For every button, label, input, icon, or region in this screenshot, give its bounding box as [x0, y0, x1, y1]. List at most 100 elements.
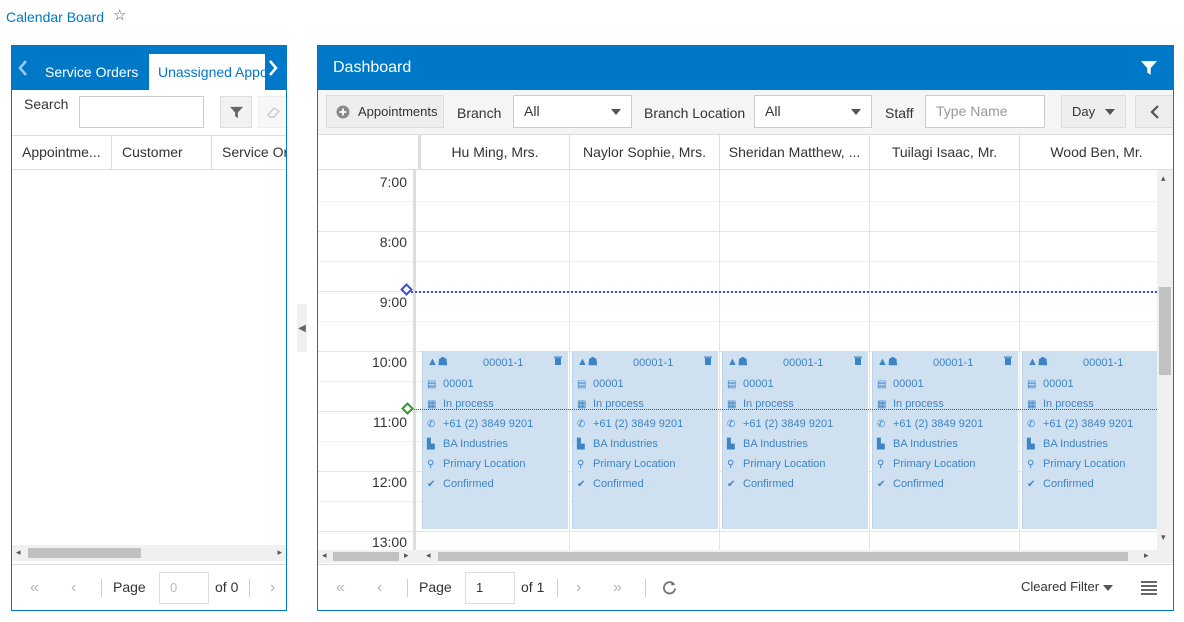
branch-select[interactable]: All [513, 95, 632, 128]
appointment-card[interactable]: ▲☗ 00001-1 ▤ 00001 ▦ In process ✆ +61 (2) 3… [1022, 351, 1157, 529]
column-appointment[interactable]: Appointme... [12, 136, 112, 169]
favorite-star-icon[interactable]: ☆ [113, 6, 126, 24]
location-name: Primary Location [443, 458, 526, 470]
confirmation-status: Confirmed [593, 478, 644, 490]
scroll-left-icon[interactable]: ◂ [16, 547, 21, 558]
column-service-order[interactable]: Service Or [212, 136, 286, 169]
trash-icon[interactable] [554, 356, 562, 365]
warning-staff-icon: ▲☗ [427, 356, 448, 368]
scroll-up-icon[interactable]: ▴ [1161, 173, 1166, 184]
phone-icon: ✆ [877, 418, 886, 430]
prev-page-icon[interactable]: ‹ [71, 579, 76, 597]
appointment-card[interactable]: ▲☗ 00001-1 ▤ 00001 ▦ In process ✆ +61 (2) 3… [422, 351, 568, 529]
tab-scroll-left-icon[interactable] [12, 46, 34, 90]
staff-column-header[interactable]: Sheridan Matthew, ... [719, 135, 869, 169]
appointment-card[interactable]: ▲☗ 00001-1 ▤ 00001 ▦ In process ✆ +61 (2) 3… [572, 351, 718, 529]
collapse-panel-icon[interactable]: ◀ [297, 304, 307, 352]
appointment-ref: 00001-1 [1083, 357, 1124, 369]
staff-column-header[interactable]: Wood Ben, Mr. [1019, 135, 1173, 169]
search-input[interactable] [79, 96, 204, 128]
chevron-down-icon[interactable] [1103, 585, 1113, 591]
dashboard-title: Dashboard [333, 59, 412, 76]
appointment-card[interactable]: ▲☗ 00001-1 ▤ 00001 ▦ In process ✆ +61 (2) 3… [722, 351, 868, 529]
trash-icon[interactable] [1004, 356, 1012, 365]
staff-column-header[interactable]: Hu Ming, Mrs. [418, 135, 569, 169]
filter-status-select[interactable]: Cleared Filter [1021, 579, 1099, 594]
scrollbar-thumb[interactable] [438, 552, 1128, 561]
page-number-input[interactable]: 0 [159, 572, 209, 604]
scroll-down-icon[interactable]: ▾ [1161, 532, 1166, 543]
appointment-ref: 00001-1 [483, 357, 524, 369]
scroll-right-icon[interactable]: ▸ [277, 547, 282, 558]
time-label: 11:00 [373, 414, 407, 430]
tab-scroll-right-icon[interactable] [262, 46, 284, 90]
check-circle-icon: ✔ [877, 478, 886, 490]
phone-number: +61 (2) 3849 9201 [893, 418, 984, 430]
appointment-card[interactable]: ▲☗ 00001-1 ▤ 00001 ▦ In process ✆ +61 (2) 3… [872, 351, 1018, 529]
unassigned-panel: Service Orders Unassigned Appo Search Ap… [11, 45, 287, 611]
location-pin-icon: ⚲ [427, 458, 435, 470]
phone-number: +61 (2) 3849 9201 [743, 418, 834, 430]
first-page-icon[interactable]: « [30, 579, 39, 597]
confirmation-status: Confirmed [893, 478, 944, 490]
calendar-grid[interactable]: 7:00 8:00 9:00 10:00 11:00 12:00 13:00 ▲… [318, 170, 1157, 550]
customer-name: BA Industries [1043, 438, 1108, 450]
location-name: Primary Location [1043, 458, 1126, 470]
branch-location-select[interactable]: All [754, 95, 872, 128]
staff-column-header[interactable]: Tuilagi Isaac, Mr. [869, 135, 1019, 169]
scroll-left-icon[interactable]: ◂ [426, 550, 431, 561]
document-icon: ▤ [727, 378, 737, 390]
customer-name: BA Industries [743, 438, 808, 450]
page-number-input[interactable]: 1 [465, 572, 515, 604]
dashboard-pager: « ‹ Page 1 of 1 › » Cleared Filter [318, 564, 1173, 610]
scroll-right-icon[interactable]: ▸ [404, 550, 409, 561]
horizontal-scrollbar[interactable]: ◂ ▸ ◂ ▸ [318, 550, 1173, 563]
tab-service-orders[interactable]: Service Orders [45, 54, 155, 90]
scrollbar-thumb[interactable] [28, 548, 141, 558]
refresh-icon[interactable] [662, 580, 677, 595]
scrollbar-thumb[interactable] [333, 552, 399, 561]
previous-day-button[interactable] [1135, 95, 1173, 128]
left-pager: « ‹ Page 0 of 0 › [12, 564, 286, 610]
appointment-ref: 00001-1 [933, 357, 974, 369]
view-mode-select[interactable]: Day [1061, 95, 1126, 128]
last-page-icon[interactable]: » [613, 579, 622, 597]
phone-number: +61 (2) 3849 9201 [593, 418, 684, 430]
check-circle-icon: ✔ [1027, 478, 1036, 490]
horizontal-scrollbar[interactable]: ◂ ▸ [12, 545, 286, 561]
time-label: 9:00 [379, 294, 407, 310]
factory-icon: ▙ [427, 438, 435, 450]
left-tabs: Service Orders Unassigned Appo [12, 46, 286, 90]
trash-icon[interactable] [854, 356, 862, 365]
clear-filter-button[interactable] [258, 96, 286, 128]
time-column: 7:00 8:00 9:00 10:00 11:00 12:00 13:00 [318, 170, 416, 550]
appointment-ref: 00001-1 [783, 357, 824, 369]
next-page-icon[interactable]: › [270, 579, 275, 597]
list-view-icon[interactable] [1141, 581, 1157, 595]
filter-icon [229, 106, 243, 118]
phone-icon: ✆ [577, 418, 586, 430]
scroll-left-icon[interactable]: ◂ [322, 550, 327, 561]
trash-icon[interactable] [704, 356, 712, 365]
confirmation-status: Confirmed [1043, 478, 1094, 490]
vertical-scrollbar[interactable]: ▴ ▾ [1157, 170, 1173, 550]
tab-unassigned-appointments[interactable]: Unassigned Appo [149, 54, 265, 90]
calendar-icon: ▦ [577, 398, 587, 410]
staff-column-header[interactable]: Naylor Sophie, Mrs. [569, 135, 719, 169]
confirmation-status: Confirmed [443, 478, 494, 490]
staff-search-input[interactable]: Type Name [925, 95, 1045, 128]
service-order-nbr: 00001 [443, 378, 474, 390]
scrollbar-thumb[interactable] [1159, 287, 1171, 375]
prev-page-icon[interactable]: ‹ [377, 579, 382, 597]
filter-button[interactable] [220, 96, 252, 128]
column-customer[interactable]: Customer [112, 136, 212, 169]
page-title[interactable]: Calendar Board [6, 9, 104, 25]
filter-icon[interactable] [1141, 60, 1157, 76]
next-page-icon[interactable]: › [576, 579, 581, 597]
scroll-right-icon[interactable]: ▸ [1144, 550, 1149, 561]
first-page-icon[interactable]: « [336, 579, 345, 597]
page-label: Page [113, 579, 146, 595]
calendar-icon: ▦ [1027, 398, 1037, 410]
add-appointment-button[interactable]: Appointments [326, 95, 444, 128]
factory-icon: ▙ [727, 438, 735, 450]
